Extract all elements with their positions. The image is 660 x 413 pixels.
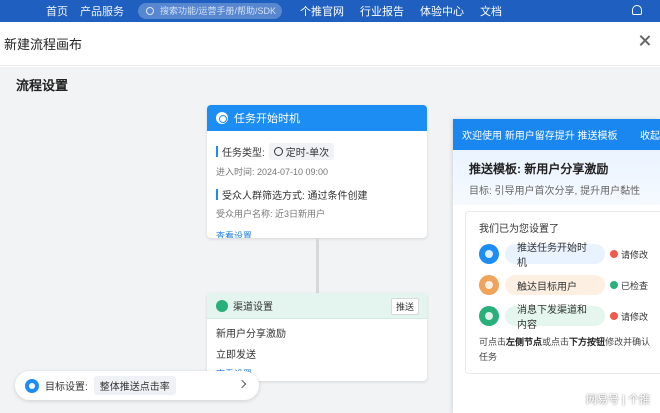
top-nav-bar: 首页 产品服务 搜索功能/运营手册/帮助/SDK 个推官网 行业报告 体验中心 … [0, 0, 660, 22]
create-flow-modal: 新建流程画布 流程设置 任务开始时机 任务类型: 定时-单次 进入时间: 202… [0, 22, 660, 413]
close-icon[interactable] [638, 34, 652, 48]
watermark: 网易号 | 个推 [586, 391, 650, 407]
goal-target-icon [25, 379, 39, 393]
target-icon [216, 112, 228, 124]
template-steps-box: 我们已为您设置了 推送任务开始时机 请修改 触达目标用户 已检查 [465, 211, 660, 374]
nav-item-products[interactable]: 产品服务 [80, 3, 124, 19]
collapse-button[interactable]: 收起 [640, 127, 660, 142]
template-panel-header-text: 欢迎使用 新用户留存提升 推送模板 [462, 127, 618, 142]
template-steps-title: 我们已为您设置了 [479, 220, 660, 235]
search-input[interactable]: 搜索功能/运营手册/帮助/SDK [138, 3, 282, 19]
clock-icon [479, 244, 499, 264]
channel-message-name: 新用户分享激励 [216, 325, 418, 340]
template-step[interactable]: 触达目标用户 已检查 [479, 275, 660, 295]
check-dot-icon [610, 281, 618, 289]
nav-item-home[interactable]: 首页 [46, 3, 68, 19]
start-node-title: 任务开始时机 [234, 110, 300, 126]
modal-header: 新建流程画布 [0, 22, 660, 66]
start-node-header: 任务开始时机 [207, 105, 427, 131]
template-hint: 可点击左侧节点或点击下方按钮修改并确认任务 [479, 335, 660, 373]
warning-dot-icon [610, 250, 618, 258]
bell-icon[interactable] [632, 5, 642, 15]
push-tag: 推送 [391, 298, 419, 315]
template-panel: 欢迎使用 新用户留存提升 推送模板 收起 推送模板: 新用户分享激励 目标: 引… [453, 119, 660, 413]
step-status: 请修改 [610, 310, 648, 323]
goal-setting-bar[interactable]: 目标设置: 整体推送点击率 [15, 371, 259, 400]
task-type-row: 任务类型: 定时-单次 [216, 143, 418, 160]
flow-connector [316, 238, 319, 294]
warning-dot-icon [610, 312, 618, 320]
template-subtitle: 目标: 引导用户首次分享, 提升用户黏性 [469, 182, 648, 197]
goal-label: 目标设置: [45, 378, 88, 393]
right-nav: 个推官网 行业报告 体验中心 文档 [300, 3, 502, 19]
channel-node-card[interactable]: 渠道设置 推送 新用户分享激励 立即发送 查看设置 [207, 293, 427, 381]
nav-item-experience[interactable]: 体验中心 [420, 3, 464, 19]
chevron-right-icon[interactable] [238, 380, 246, 388]
step-label[interactable]: 触达目标用户 [505, 275, 605, 295]
audience-name: 受众用户名称: 近3日新用户 [216, 207, 418, 220]
template-panel-header: 欢迎使用 新用户留存提升 推送模板 收起 [453, 119, 660, 150]
nav-item-getui[interactable]: 个推官网 [300, 3, 344, 19]
template-title: 推送模板: 新用户分享激励 [469, 160, 648, 177]
channel-node-header: 渠道设置 推送 [207, 293, 427, 319]
logo [2, 4, 24, 18]
channel-send-time: 立即发送 [216, 346, 418, 361]
template-summary: 推送模板: 新用户分享激励 目标: 引导用户首次分享, 提升用户黏性 [453, 150, 660, 205]
link-icon [479, 306, 499, 326]
step-label[interactable]: 消息下发渠道和内容 [505, 306, 605, 326]
step-status: 请修改 [610, 248, 648, 261]
nav-item-reports[interactable]: 行业报告 [360, 3, 404, 19]
template-step[interactable]: 消息下发渠道和内容 请修改 [479, 306, 660, 326]
step-status: 已检查 [610, 279, 648, 292]
user-icon [479, 275, 499, 295]
link-icon [216, 300, 228, 312]
modal-title: 新建流程画布 [4, 34, 82, 53]
start-node-view-settings-link[interactable]: 查看设置 [216, 229, 418, 238]
goal-value[interactable]: 整体推送点击率 [94, 376, 176, 395]
section-title: 流程设置 [16, 75, 68, 94]
enter-time: 进入时间: 2024-07-10 09:00 [216, 165, 418, 178]
nav-item-docs[interactable]: 文档 [480, 3, 502, 19]
main-nav: 首页 产品服务 [46, 3, 124, 19]
alarm-clock-icon [274, 147, 283, 156]
task-type-pill: 定时-单次 [269, 143, 334, 160]
channel-node-title: 渠道设置 [233, 298, 273, 313]
template-step[interactable]: 推送任务开始时机 请修改 [479, 244, 660, 264]
step-label[interactable]: 推送任务开始时机 [505, 244, 605, 264]
start-node-card[interactable]: 任务开始时机 任务类型: 定时-单次 进入时间: 2024-07-10 09:0… [207, 105, 427, 238]
audience-row: 受众人群筛选方式: 通过条件创建 [216, 187, 418, 202]
